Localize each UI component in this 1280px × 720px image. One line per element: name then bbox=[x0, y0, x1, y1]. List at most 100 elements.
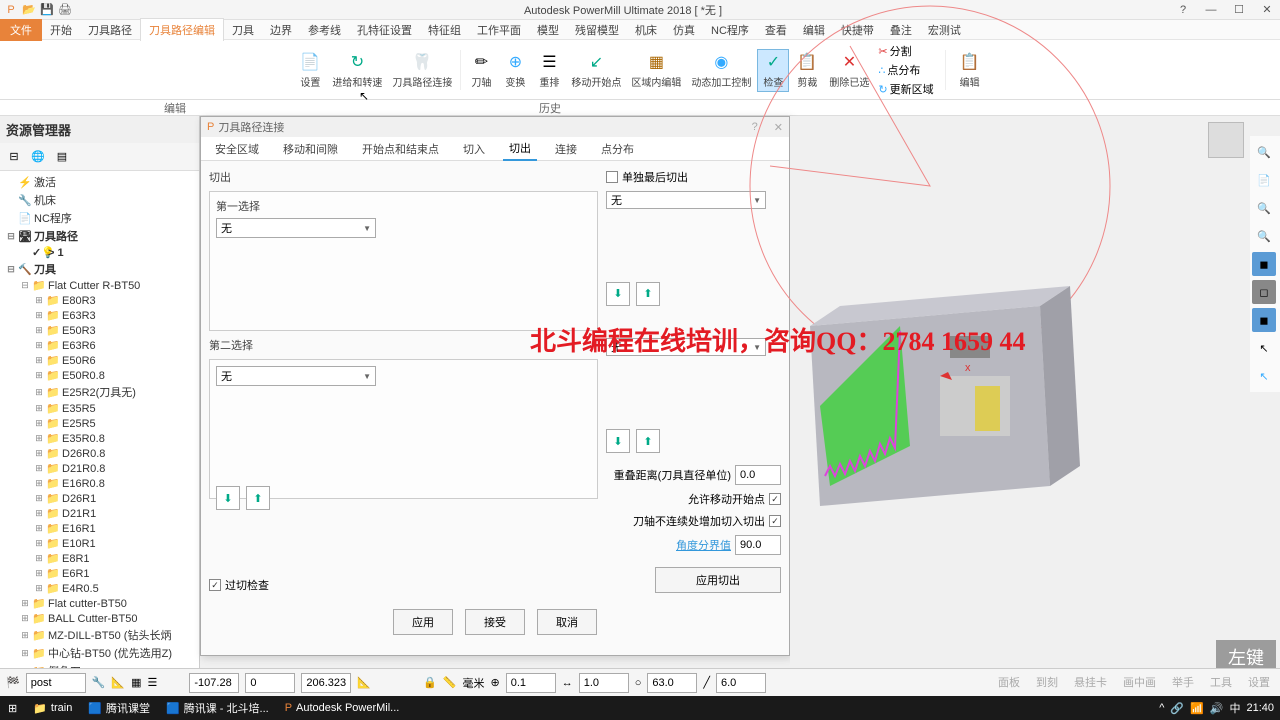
tree-item[interactable]: ⊞📁MZ-DILL-BT50 (钻头长炳 bbox=[2, 626, 197, 644]
dialog-close-icon[interactable]: ✕ bbox=[774, 121, 783, 134]
explorer-tree[interactable]: ⚡激活🔧机床📄NC程序⊟🛣刀具路径✓💡> 1⊟🔨刀具⊟📁Flat Cutter … bbox=[0, 171, 199, 696]
tree-item[interactable]: ⊞📁E35R5 bbox=[2, 401, 197, 416]
rbtn-check[interactable]: ✓检查 bbox=[757, 49, 789, 92]
rbtn-trim[interactable]: 📋剪裁 bbox=[791, 50, 823, 91]
cursor-icon[interactable]: ↖ bbox=[1252, 336, 1276, 360]
btn-sl-up[interactable]: ⬆ bbox=[636, 282, 660, 306]
tab-machine[interactable]: 机床 bbox=[627, 19, 665, 41]
tray-vol-icon[interactable]: 🔊 bbox=[1210, 702, 1224, 715]
dtab-link[interactable]: 连接 bbox=[549, 138, 583, 160]
tree-item[interactable]: ⚡激活 bbox=[2, 173, 197, 191]
tree-item[interactable]: ⊞📁E35R0.8 bbox=[2, 431, 197, 446]
tab-pattern[interactable]: 参考线 bbox=[300, 19, 349, 41]
tab-macro[interactable]: 宏测试 bbox=[920, 19, 969, 41]
rbtn-update[interactable]: ↻更新区域 bbox=[875, 80, 936, 98]
status-y[interactable]: 0 bbox=[245, 673, 295, 693]
tree-item[interactable]: ⊞📁E6R1 bbox=[2, 566, 197, 581]
viewport-3d[interactable]: x bbox=[790, 116, 1250, 716]
status-line-icon[interactable]: ╱ bbox=[703, 676, 710, 689]
explorer-minus-icon[interactable]: ⊟ bbox=[4, 147, 24, 167]
zoom-region-icon[interactable]: 📄 bbox=[1252, 168, 1276, 192]
tree-item[interactable]: ⊞📁Flat cutter-BT50 bbox=[2, 596, 197, 611]
status-r0[interactable]: 面板 bbox=[998, 674, 1020, 690]
tray-time[interactable]: 21:40 bbox=[1246, 702, 1274, 714]
tree-item[interactable]: ⊞📁E80R3 bbox=[2, 293, 197, 308]
tree-item[interactable]: ⊟🛣刀具路径 bbox=[2, 227, 197, 245]
input-angle[interactable]: 90.0 bbox=[735, 535, 781, 555]
zoom-in-icon[interactable]: 🔍 bbox=[1252, 196, 1276, 220]
rbtn-reorder[interactable]: ☰重排 bbox=[533, 50, 565, 91]
tree-item[interactable]: ⊞📁BALL Cutter-BT50 bbox=[2, 611, 197, 626]
rbtn-region[interactable]: ▦区域内编辑 bbox=[627, 50, 685, 91]
close-button[interactable]: ✕ bbox=[1258, 3, 1276, 16]
btn-cancel[interactable]: 取消 bbox=[537, 609, 597, 635]
tab-toolpath[interactable]: 刀具路径 bbox=[80, 19, 140, 41]
tree-item[interactable]: ⊞📁E50R6 bbox=[2, 353, 197, 368]
zoom-fit-icon[interactable]: 🔍 bbox=[1252, 140, 1276, 164]
task-tencent[interactable]: 🟦腾讯课堂 bbox=[80, 696, 158, 720]
status-v2[interactable]: 1.0 bbox=[579, 673, 629, 693]
tree-item[interactable]: ⊞📁E50R3 bbox=[2, 323, 197, 338]
help-icon[interactable]: ? bbox=[1174, 4, 1192, 16]
tree-item[interactable]: ⊞📁E10R1 bbox=[2, 536, 197, 551]
status-r6[interactable]: 设置 bbox=[1248, 674, 1270, 690]
status-v3[interactable]: 63.0 bbox=[647, 673, 697, 693]
tree-item[interactable]: ⊞📁D26R0.8 bbox=[2, 446, 197, 461]
rbtn-dynamic[interactable]: ◉动态加工控制 bbox=[687, 50, 755, 91]
status-target-icon[interactable]: ⊕ bbox=[491, 676, 500, 689]
tray-wifi-icon[interactable]: 📶 bbox=[1190, 702, 1204, 715]
tab-toolpath-edit[interactable]: 刀具路径编辑 bbox=[140, 18, 224, 41]
status-z[interactable]: 206.323 bbox=[301, 673, 351, 693]
checkbox-allow-move[interactable] bbox=[769, 493, 781, 505]
btn-r2-down[interactable]: ⬇ bbox=[606, 429, 630, 453]
tree-item[interactable]: ⊞📁D21R1 bbox=[2, 506, 197, 521]
tab-nc[interactable]: NC程序 bbox=[703, 19, 757, 41]
status-r1[interactable]: 到刻 bbox=[1036, 674, 1058, 690]
tray-up-icon[interactable]: ^ bbox=[1159, 702, 1164, 714]
print-icon[interactable]: 🖨 bbox=[58, 3, 72, 17]
tab-hole[interactable]: 孔特征设置 bbox=[349, 19, 420, 41]
rbtn-split[interactable]: ✂分割 bbox=[875, 42, 936, 60]
task-train[interactable]: 📁train bbox=[25, 696, 80, 720]
status-r2[interactable]: 悬挂卡 bbox=[1074, 674, 1107, 690]
status-r3[interactable]: 画中画 bbox=[1123, 674, 1156, 690]
dtab-startend[interactable]: 开始点和结束点 bbox=[356, 138, 445, 160]
select-icon[interactable]: ↖ bbox=[1252, 364, 1276, 388]
rbtn-feedrate[interactable]: ↻进给和转速 bbox=[328, 50, 386, 91]
view-wire-icon[interactable]: ◻ bbox=[1252, 280, 1276, 304]
viewport[interactable]: P 刀具路径连接 ? ✕ 安全区域 移动和间隙 开始点和结束点 切入 切出 连接… bbox=[200, 116, 1280, 716]
start-button[interactable]: ⊞ bbox=[0, 696, 25, 720]
rbtn-delete[interactable]: ✕删除已选 bbox=[825, 50, 873, 91]
tree-item[interactable]: 🔧机床 bbox=[2, 191, 197, 209]
zoom-out-icon[interactable]: 🔍 bbox=[1252, 224, 1276, 248]
tree-item[interactable]: ⊞📁E8R1 bbox=[2, 551, 197, 566]
tree-item[interactable]: ⊞📁E63R3 bbox=[2, 308, 197, 323]
dtab-safe[interactable]: 安全区域 bbox=[209, 138, 265, 160]
status-r4[interactable]: 举手 bbox=[1172, 674, 1194, 690]
rbtn-history[interactable]: 📋编辑 bbox=[954, 50, 986, 91]
tab-stock[interactable]: 残留模型 bbox=[567, 19, 627, 41]
task-powermill[interactable]: PAutodesk PowerMil... bbox=[277, 696, 408, 720]
tray-net-icon[interactable]: 🔗 bbox=[1170, 702, 1184, 715]
tray-ime-icon[interactable]: 中 bbox=[1229, 700, 1240, 716]
view-shaded-icon[interactable]: ◼ bbox=[1252, 252, 1276, 276]
tree-item[interactable]: ⊟🔨刀具 bbox=[2, 260, 197, 278]
tab-feature[interactable]: 特征组 bbox=[420, 19, 469, 41]
checkbox-gouge[interactable] bbox=[209, 579, 221, 591]
select-single-last[interactable]: 无▼ bbox=[606, 191, 766, 209]
btn-apply[interactable]: 应用 bbox=[393, 609, 453, 635]
rbtn-settings[interactable]: 📄设置 bbox=[294, 50, 326, 91]
tab-workplane[interactable]: 工作平面 bbox=[469, 19, 529, 41]
tree-item[interactable]: ⊞📁E4R0.5 bbox=[2, 581, 197, 596]
btn-sl-down[interactable]: ⬇ bbox=[606, 282, 630, 306]
tab-model[interactable]: 模型 bbox=[529, 19, 567, 41]
tab-start[interactable]: 开始 bbox=[42, 19, 80, 41]
tree-item[interactable]: ⊞📁E25R2(刀具无) bbox=[2, 383, 197, 401]
dtab-cutin[interactable]: 切入 bbox=[457, 138, 491, 160]
checkbox-axis-discont[interactable] bbox=[769, 515, 781, 527]
tab-sim[interactable]: 仿真 bbox=[665, 19, 703, 41]
rbtn-axis[interactable]: ✏刀轴 bbox=[465, 50, 497, 91]
input-overlap[interactable]: 0.0 bbox=[735, 465, 781, 485]
file-tab[interactable]: 文件 bbox=[0, 19, 42, 41]
tab-view[interactable]: 查看 bbox=[757, 19, 795, 41]
